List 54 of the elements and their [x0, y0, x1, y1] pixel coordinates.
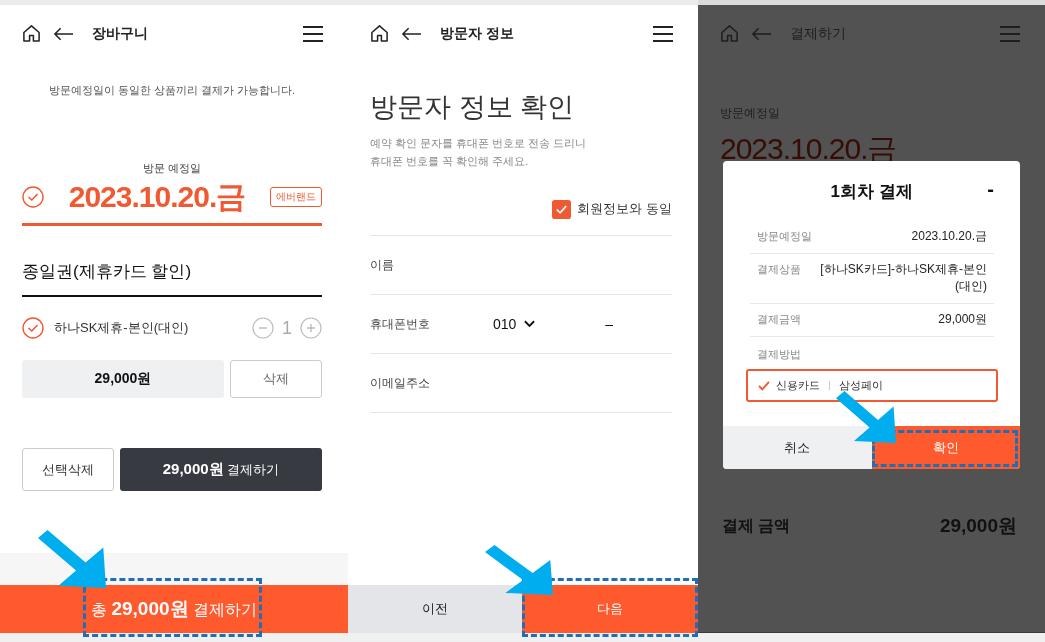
method-label: 신용카드: [776, 378, 820, 393]
check-circle-icon[interactable]: [22, 186, 44, 208]
pointer-arrow: [485, 545, 553, 595]
home-icon[interactable]: [370, 24, 389, 43]
detail-label: 결제금액: [757, 312, 801, 327]
price-display: 29,000원: [22, 360, 224, 398]
park-badge: 에버랜드: [270, 187, 322, 207]
detail-label: 방문예정일: [757, 229, 812, 244]
total-amount: 29,000원: [939, 514, 1017, 538]
visit-date: 2023.10.20.금: [720, 131, 898, 167]
check-circle-icon[interactable]: [22, 317, 44, 339]
field-label: 휴대폰번호: [370, 315, 431, 333]
visit-date: 2023.10.20.금: [67, 178, 247, 215]
cancel-button[interactable]: 취소: [723, 426, 872, 469]
back-icon[interactable]: [53, 26, 74, 41]
detail-value: 29,000원: [938, 311, 987, 328]
page-heading: 방문자 정보 확인: [370, 91, 575, 124]
detail-value: [하나SK카드]-하나SK제휴-본인 (대인): [819, 261, 987, 295]
quantity-value: 1: [281, 317, 293, 339]
page-title: 방문자 정보: [440, 24, 515, 43]
description-text: 예약 확인 문자를 휴대폰 번호로 전송 드리니 휴대폰 번호를 꼭 확인해 주세요.: [370, 136, 588, 169]
check-icon: [758, 380, 770, 391]
dialog-title: 1회차 결제: [830, 180, 913, 203]
total-label: 결제 금액: [722, 515, 791, 536]
field-label: 이름: [370, 256, 395, 274]
cancel-button[interactable]: 이전: [348, 585, 522, 633]
pay-button[interactable]: 29,000원 결제하기: [120, 448, 322, 491]
separator-text: –: [605, 316, 614, 332]
pointer-arrow: [38, 530, 106, 588]
plus-icon[interactable]: [300, 317, 322, 339]
delete-selected-button[interactable]: 선택삭제: [22, 448, 114, 491]
menu-icon[interactable]: [303, 25, 323, 42]
chevron-down-icon: [524, 320, 536, 328]
pointer-arrow: [836, 391, 896, 443]
section-title: 종일권(제휴카드 할인): [22, 261, 193, 283]
checkbox[interactable]: [552, 199, 572, 219]
phone-prefix-dropdown[interactable]: 010: [493, 316, 536, 332]
detail-value: 2023.10.20.금: [911, 228, 987, 245]
menu-icon[interactable]: [653, 25, 673, 42]
payment-method-option[interactable]: 삼성페이: [839, 378, 883, 393]
visit-date-label: 방문 예정일: [141, 161, 203, 175]
collapse-button[interactable]: -: [987, 179, 994, 199]
payment-method-option[interactable]: 신용카드: [758, 378, 820, 393]
checkbox-label: 회원정보와 동일: [577, 200, 672, 218]
home-icon[interactable]: [22, 24, 41, 43]
notice-text: 방문예정일이 동일한 상품끼리 결제가 가능합니다.: [47, 83, 297, 98]
delete-button[interactable]: 삭제: [230, 360, 322, 398]
back-icon[interactable]: [401, 26, 422, 41]
ticket-name: 하나SK제휴-본인(대인): [54, 319, 190, 337]
detail-label: 결제방법: [756, 347, 802, 362]
detail-label: 결제상품: [757, 262, 801, 277]
page-title: 장바구니: [92, 24, 149, 43]
field-label: 이메일주소: [370, 374, 431, 392]
minus-icon[interactable]: [252, 317, 274, 339]
